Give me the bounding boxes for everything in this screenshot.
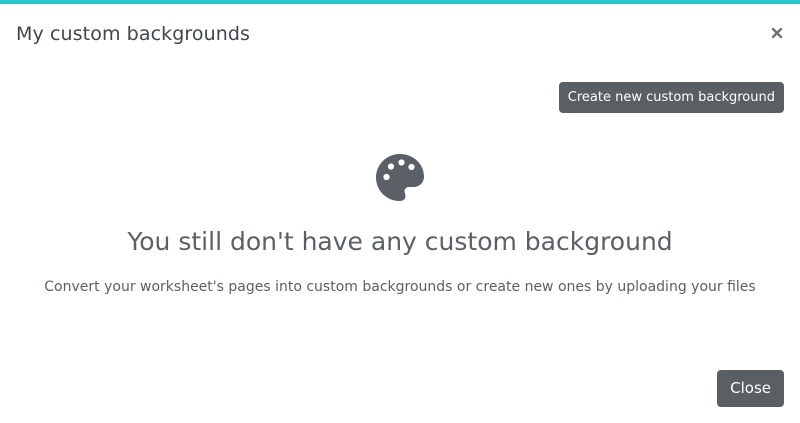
close-icon <box>770 26 784 40</box>
modal-close-button[interactable] <box>770 26 784 40</box>
empty-state-description: Convert your worksheet's pages into cust… <box>44 279 756 295</box>
modal-title: My custom backgrounds <box>16 23 251 45</box>
empty-state-heading: You still don't have any custom backgrou… <box>127 227 673 256</box>
palette-icon <box>375 153 425 203</box>
custom-backgrounds-modal: My custom backgrounds Create new custom … <box>0 0 800 423</box>
create-new-custom-background-button[interactable]: Create new custom background <box>558 82 784 113</box>
close-button[interactable]: Close <box>717 370 784 407</box>
